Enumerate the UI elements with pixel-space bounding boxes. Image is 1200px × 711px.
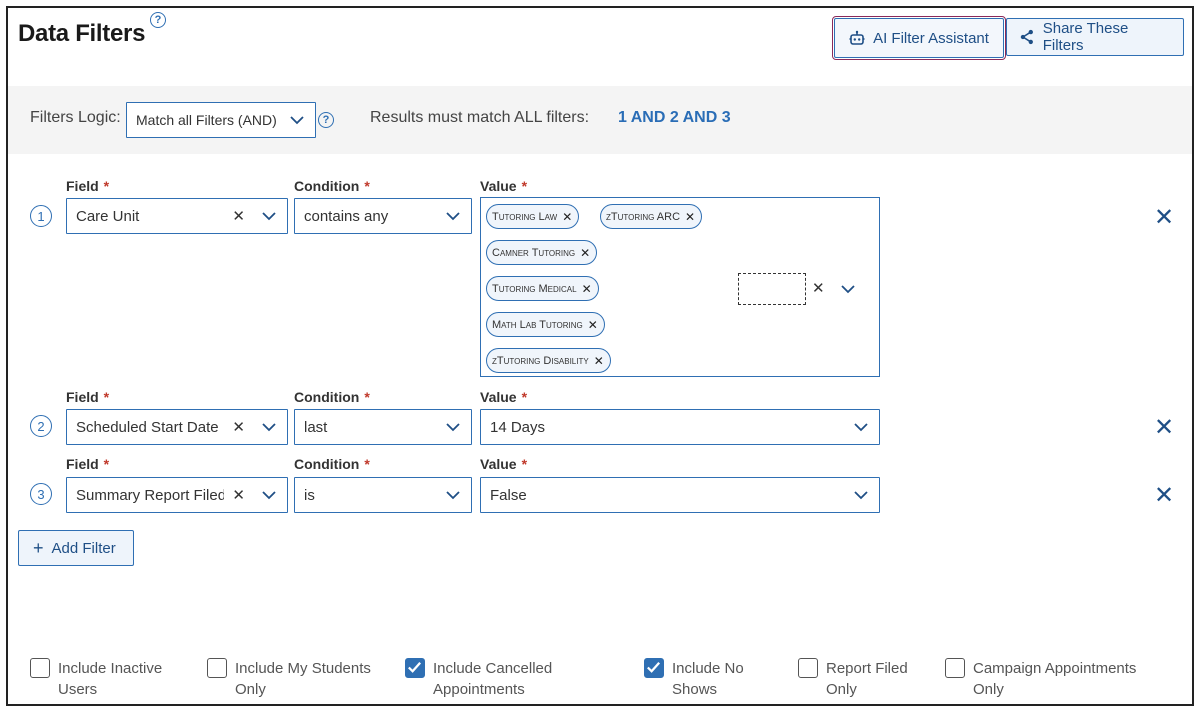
option-include-no-shows[interactable]: Include No Shows	[644, 658, 744, 700]
checkbox[interactable]	[405, 658, 425, 678]
filter-2-value: 14 Days	[490, 418, 546, 436]
checkbox[interactable]	[945, 658, 965, 678]
value-chip: Tutoring Law ✕	[486, 204, 580, 229]
value-column-label: Value *	[480, 178, 528, 194]
logic-help-icon[interactable]: ?	[318, 112, 334, 128]
chip-remove-icon[interactable]: ✕	[685, 210, 695, 224]
chevron-down-icon	[262, 212, 276, 221]
option-campaign-appointments[interactable]: Campaign Appointments Only	[945, 658, 1136, 700]
remove-filter-icon[interactable]: ✕	[1154, 413, 1174, 442]
filter-3-field-value: Summary Report Filed?	[76, 486, 224, 504]
chip-remove-icon[interactable]: ✕	[562, 210, 572, 224]
filter-number-3: 3	[30, 483, 52, 505]
results-expression: 1 AND 2 AND 3	[618, 109, 731, 126]
share-filters-button[interactable]: Share These Filters	[1006, 18, 1184, 56]
checkbox[interactable]	[207, 658, 227, 678]
filter-3-condition-select[interactable]: is	[294, 477, 472, 513]
value-chip: zTutoring ARC ✕	[600, 204, 703, 229]
chip-remove-icon[interactable]: ✕	[594, 354, 604, 368]
option-report-filed[interactable]: Report Filed Only	[798, 658, 908, 700]
field-column-label: Field *	[66, 178, 110, 194]
chip-remove-icon[interactable]: ✕	[580, 246, 590, 260]
filter-3-condition-value: is	[304, 486, 315, 504]
title-help-icon[interactable]: ?	[150, 12, 166, 28]
value-chip: Tutoring Medical ✕	[486, 276, 599, 301]
filter-number-2: 2	[30, 415, 52, 437]
chevron-down-icon	[446, 212, 460, 221]
filter-2-field-value: Scheduled Start Date	[76, 418, 219, 436]
robot-icon	[849, 30, 865, 45]
chevron-down-icon[interactable]	[840, 283, 856, 295]
value-search-input[interactable]	[738, 273, 806, 305]
checkbox[interactable]	[30, 658, 50, 678]
chevron-down-icon	[262, 491, 276, 500]
chevron-down-icon	[262, 423, 276, 432]
filter-1-field-value: Care Unit	[76, 207, 140, 225]
filter-number-1: 1	[30, 205, 52, 227]
option-include-my-students[interactable]: Include My Students Only	[207, 658, 371, 700]
filters-logic-label: Filters Logic:	[30, 109, 121, 126]
ai-filter-assistant-label: AI Filter Assistant	[873, 29, 989, 47]
chevron-down-icon	[854, 423, 868, 432]
share-filters-label: Share These Filters	[1042, 20, 1129, 54]
filter-2-condition-select[interactable]: last	[294, 409, 472, 445]
clear-icon[interactable]: ✕	[232, 486, 245, 504]
value-chip: Math Lab Tutoring ✕	[486, 312, 605, 337]
filter-1-condition-value: contains any	[304, 207, 389, 225]
clear-icon[interactable]: ✕	[232, 207, 245, 225]
share-icon	[1020, 29, 1033, 45]
filters-logic-select[interactable]: Match all Filters (AND)	[126, 102, 316, 138]
add-filter-label: Add Filter	[51, 539, 116, 557]
condition-column-label: Condition *	[294, 456, 370, 472]
chevron-down-icon	[854, 491, 868, 500]
chevron-down-icon	[446, 491, 460, 500]
filter-1-field-select[interactable]: Care Unit ✕	[66, 198, 288, 234]
checkmark-icon	[647, 662, 661, 673]
filter-2-field-select[interactable]: Scheduled Start Date ✕	[66, 409, 288, 445]
value-column-label: Value *	[480, 389, 528, 405]
value-chip: zTutoring Disability ✕	[486, 348, 611, 373]
value-column-label: Value *	[480, 456, 528, 472]
clear-icon[interactable]: ✕	[812, 279, 825, 297]
checkbox[interactable]	[798, 658, 818, 678]
chevron-down-icon	[290, 116, 304, 125]
checkmark-icon	[408, 662, 422, 673]
condition-column-label: Condition *	[294, 389, 370, 405]
add-filter-button[interactable]: + Add Filter	[18, 530, 134, 566]
filter-1-condition-select[interactable]: contains any	[294, 198, 472, 234]
chevron-down-icon	[446, 423, 460, 432]
remove-filter-icon[interactable]: ✕	[1154, 203, 1174, 232]
filter-2-condition-value: last	[304, 418, 328, 436]
clear-icon[interactable]: ✕	[232, 418, 245, 436]
field-column-label: Field *	[66, 456, 110, 472]
option-include-cancelled[interactable]: Include Cancelled Appointments	[405, 658, 552, 700]
filters-logic-value: Match all Filters (AND)	[136, 112, 277, 128]
remove-filter-icon[interactable]: ✕	[1154, 481, 1174, 510]
filter-3-value: False	[490, 486, 527, 504]
option-include-inactive[interactable]: Include Inactive Users	[30, 658, 162, 700]
data-filters-panel: Data Filters ? AI Filter Assistant Share…	[6, 6, 1194, 706]
results-label: Results must match ALL filters:	[370, 109, 590, 126]
filter-3-field-select[interactable]: Summary Report Filed? ✕	[66, 477, 288, 513]
condition-column-label: Condition *	[294, 178, 370, 194]
value-chip: Camner Tutoring ✕	[486, 240, 598, 265]
chip-remove-icon[interactable]: ✕	[582, 282, 592, 296]
page-title: Data Filters	[18, 20, 146, 47]
filter-3-value-select[interactable]: False	[480, 477, 880, 513]
field-column-label: Field *	[66, 389, 110, 405]
filter-2-value-select[interactable]: 14 Days	[480, 409, 880, 445]
chip-remove-icon[interactable]: ✕	[588, 318, 598, 332]
checkbox[interactable]	[644, 658, 664, 678]
plus-icon: +	[33, 538, 44, 558]
ai-filter-assistant-button[interactable]: AI Filter Assistant	[832, 16, 1006, 60]
